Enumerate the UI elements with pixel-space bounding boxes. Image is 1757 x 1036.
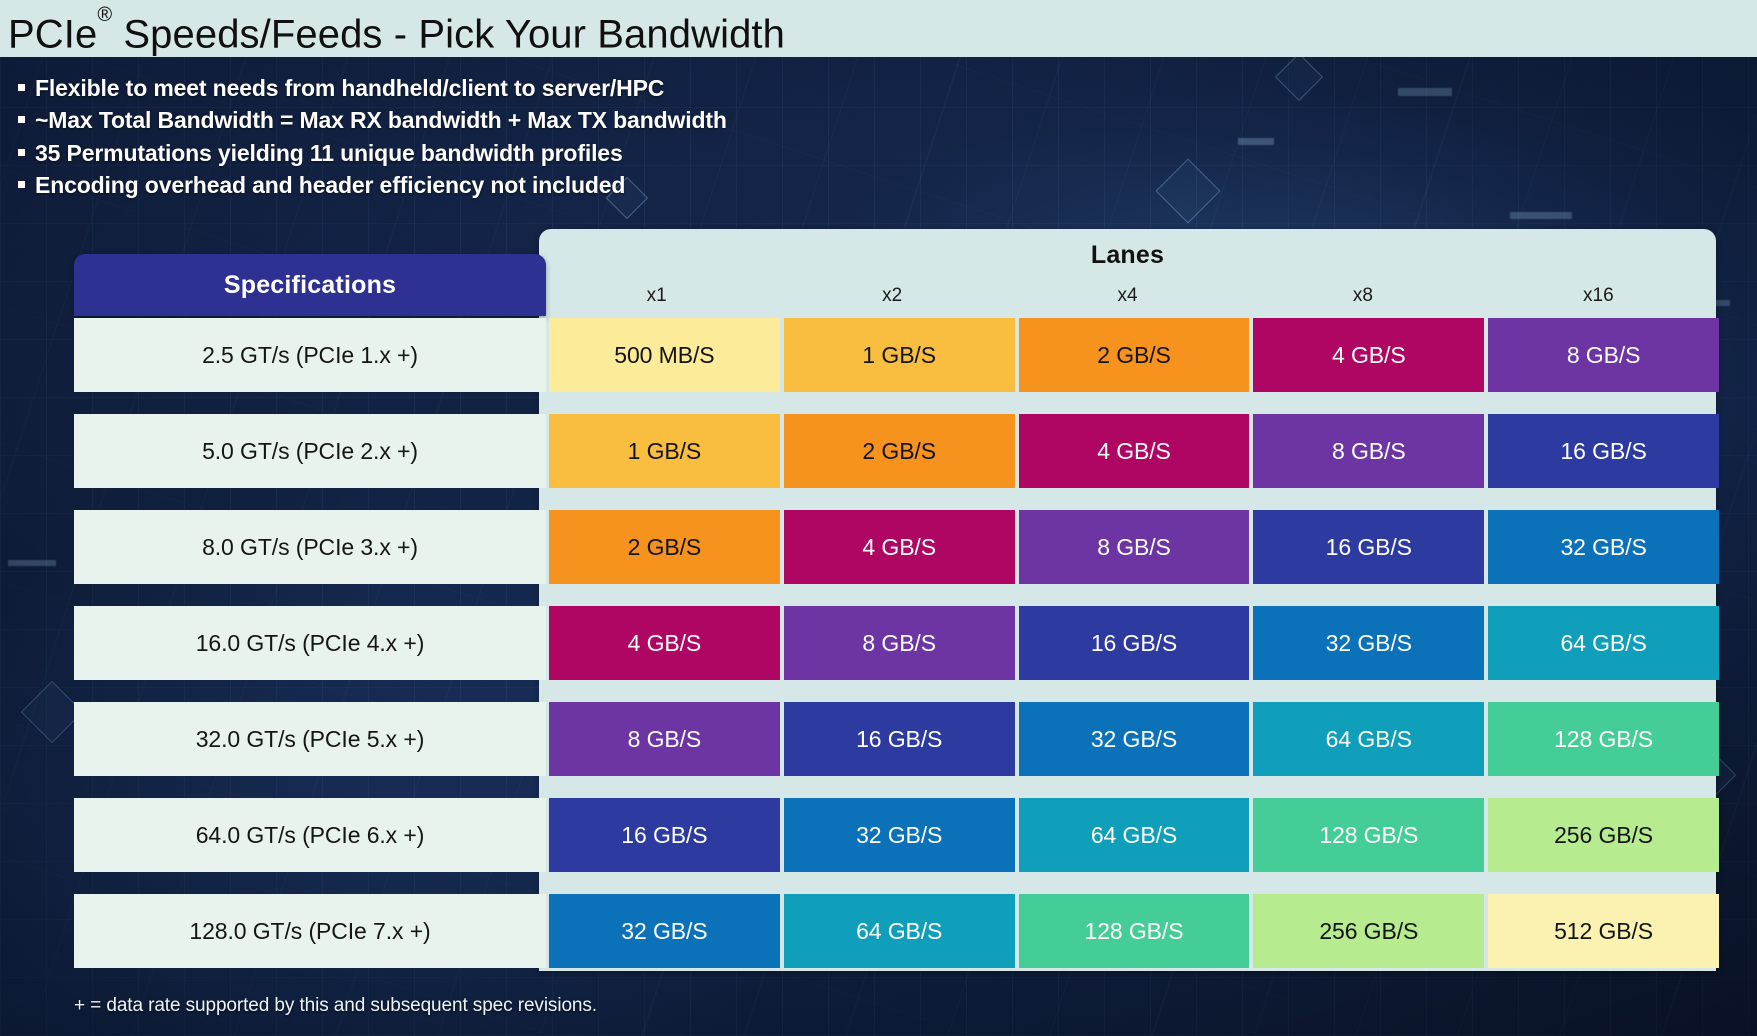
- table-row: 64.0 GT/s (PCIe 6.x +) 16 GB/S 32 GB/S 64 G…: [74, 798, 1719, 872]
- bandwidth-cell: 512 GB/S: [1488, 894, 1719, 968]
- lane-cell-group: 16 GB/S 32 GB/S 64 GB/S 128 GB/S 256 GB/S: [549, 798, 1719, 872]
- lane-label-x4: x4: [1117, 285, 1138, 306]
- spec-cell: 32.0 GT/s (PCIe 5.x +): [74, 702, 546, 776]
- lane-cell-group: 1 GB/S 2 GB/S 4 GB/S 8 GB/S 16 GB/S: [549, 414, 1719, 488]
- bandwidth-cell: 64 GB/S: [1488, 606, 1719, 680]
- registered-trademark-icon: ®: [97, 3, 113, 26]
- list-item: ~Max Total Bandwidth = Max RX bandwidth …: [15, 104, 1015, 136]
- bandwidth-cell: 16 GB/S: [549, 798, 780, 872]
- table-row: 8.0 GT/s (PCIe 3.x +) 2 GB/S 4 GB/S 8 GB/S 1…: [74, 510, 1719, 584]
- specifications-header: Specifications: [74, 254, 546, 316]
- page-title: PCIe® Speeds/Feeds - Pick Your Bandwidth: [8, 0, 785, 63]
- bandwidth-cell: 1 GB/S: [783, 318, 1015, 392]
- bandwidth-cell: 32 GB/S: [549, 894, 780, 968]
- bandwidth-cell: 32 GB/S: [1018, 702, 1250, 776]
- bandwidth-cell: 64 GB/S: [1018, 798, 1250, 872]
- bullet-text: 35 Permutations yielding 11 unique bandw…: [35, 139, 623, 166]
- bullet-square-icon: [18, 116, 25, 124]
- lanes-header: Lanes: [1090, 241, 1165, 269]
- lane-label-x2: x2: [882, 285, 903, 306]
- bandwidth-cell: 500 MB/S: [549, 318, 780, 392]
- bandwidth-cell: 2 GB/S: [549, 510, 780, 584]
- bandwidth-cell: 16 GB/S: [783, 702, 1015, 776]
- table-row: 16.0 GT/s (PCIe 4.x +) 4 GB/S 8 GB/S 16 GB/…: [74, 606, 1719, 680]
- bullet-square-icon: [18, 148, 25, 156]
- bandwidth-cell: 16 GB/S: [1488, 414, 1719, 488]
- lane-label-x16: x16: [1583, 285, 1614, 306]
- bandwidth-cell: 2 GB/S: [783, 414, 1015, 488]
- bandwidth-cell: 32 GB/S: [1253, 606, 1485, 680]
- spec-cell: 2.5 GT/s (PCIe 1.x +): [74, 318, 546, 392]
- bandwidth-cell: 128 GB/S: [1253, 798, 1485, 872]
- spec-cell: 64.0 GT/s (PCIe 6.x +): [74, 798, 546, 872]
- list-item: 35 Permutations yielding 11 unique bandw…: [15, 137, 1015, 169]
- lane-cell-group: 4 GB/S 8 GB/S 16 GB/S 32 GB/S 64 GB/S: [549, 606, 1719, 680]
- bandwidth-cell: 8 GB/S: [1253, 414, 1485, 488]
- table-body: 2.5 GT/s (PCIe 1.x +) 500 MB/S 1 GB/S 2 GB/…: [74, 318, 1719, 971]
- bandwidth-table: Specifications Lanes x1 x2 x4 x8 x16 2.5…: [74, 229, 1719, 971]
- lane-label-row: x1 x2 x4 x8 x16: [539, 285, 1716, 321]
- bullet-square-icon: [18, 181, 25, 189]
- bandwidth-cell: 4 GB/S: [549, 606, 780, 680]
- page-title-main: PCIe: [8, 12, 98, 57]
- bandwidth-cell: 64 GB/S: [1253, 702, 1485, 776]
- table-row: 128.0 GT/s (PCIe 7.x +) 32 GB/S 64 GB/S 128…: [74, 894, 1719, 968]
- table-row: 32.0 GT/s (PCIe 5.x +) 8 GB/S 16 GB/S 32 GB…: [74, 702, 1719, 776]
- bandwidth-cell: 16 GB/S: [1253, 510, 1485, 584]
- bandwidth-cell: 4 GB/S: [1018, 414, 1250, 488]
- spec-cell: 5.0 GT/s (PCIe 2.x +): [74, 414, 546, 488]
- bandwidth-cell: 2 GB/S: [1018, 318, 1250, 392]
- bandwidth-cell: 64 GB/S: [783, 894, 1015, 968]
- bullet-text: ~Max Total Bandwidth = Max RX bandwidth …: [35, 107, 727, 134]
- bullet-text: Flexible to meet needs from handheld/cli…: [35, 75, 665, 101]
- bandwidth-cell: 32 GB/S: [1488, 510, 1719, 584]
- bandwidth-cell: 32 GB/S: [783, 798, 1015, 872]
- spec-cell: 128.0 GT/s (PCIe 7.x +): [74, 894, 546, 968]
- lane-cell-group: 500 MB/S 1 GB/S 2 GB/S 4 GB/S 8 GB/S: [549, 318, 1719, 392]
- bandwidth-cell: 8 GB/S: [549, 702, 780, 776]
- lane-cell-group: 32 GB/S 64 GB/S 128 GB/S 256 GB/S 512 GB/S: [549, 894, 1719, 968]
- table-row: 2.5 GT/s (PCIe 1.x +) 500 MB/S 1 GB/S 2 GB/…: [74, 318, 1719, 392]
- bandwidth-cell: 256 GB/S: [1253, 894, 1485, 968]
- lane-cell-group: 2 GB/S 4 GB/S 8 GB/S 16 GB/S 32 GB/S: [549, 510, 1719, 584]
- lane-label-x1: x1: [646, 285, 667, 306]
- table-row: 5.0 GT/s (PCIe 2.x +) 1 GB/S 2 GB/S 4 GB/S 8…: [74, 414, 1719, 488]
- bandwidth-cell: 4 GB/S: [783, 510, 1015, 584]
- bandwidth-cell: 128 GB/S: [1018, 894, 1250, 968]
- bandwidth-cell: 8 GB/S: [1488, 318, 1719, 392]
- bandwidth-cell: 8 GB/S: [1018, 510, 1250, 584]
- bandwidth-cell: 1 GB/S: [549, 414, 780, 488]
- bandwidth-cell: 4 GB/S: [1253, 318, 1485, 392]
- footnote: + = data rate supported by this and subs…: [74, 995, 597, 1016]
- bandwidth-cell: 256 GB/S: [1488, 798, 1719, 872]
- lane-cell-group: 8 GB/S 16 GB/S 32 GB/S 64 GB/S 128 GB/S: [549, 702, 1719, 776]
- bandwidth-cell: 8 GB/S: [783, 606, 1015, 680]
- list-item: Encoding overhead and header efficiency …: [15, 169, 1015, 201]
- bullet-square-icon: [18, 84, 25, 91]
- spec-cell: 16.0 GT/s (PCIe 4.x +): [74, 606, 546, 680]
- bandwidth-cell: 128 GB/S: [1488, 702, 1719, 776]
- spec-cell: 8.0 GT/s (PCIe 3.x +): [74, 510, 546, 584]
- bullet-text: Encoding overhead and header efficiency …: [35, 172, 626, 199]
- bandwidth-cell: 16 GB/S: [1018, 606, 1250, 680]
- list-item: Flexible to meet needs from handheld/cli…: [15, 72, 1015, 104]
- page-title-rest: Speeds/Feeds - Pick Your Bandwidth: [112, 12, 785, 57]
- bullet-list: Flexible to meet needs from handheld/cli…: [15, 72, 1015, 202]
- title-bar: PCIe® Speeds/Feeds - Pick Your Bandwidth: [0, 0, 1757, 57]
- lane-label-x8: x8: [1352, 285, 1373, 306]
